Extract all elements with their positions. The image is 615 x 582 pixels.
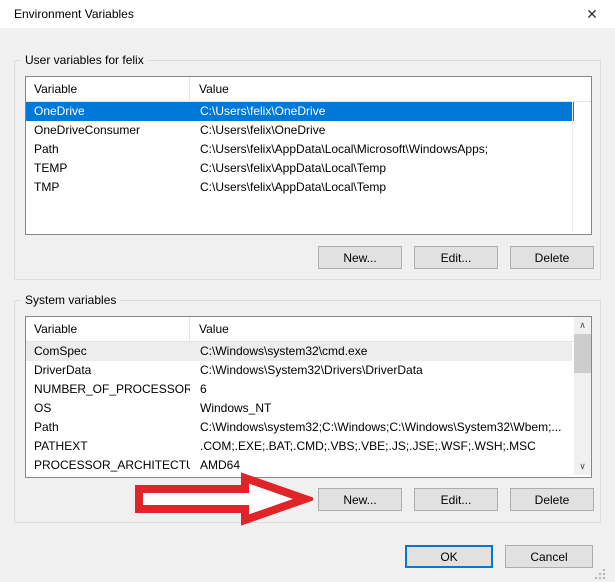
variable-cell: OneDriveConsumer (26, 121, 190, 140)
variable-cell: OS (26, 399, 190, 418)
column-header-variable[interactable]: Variable (26, 317, 190, 341)
variable-cell: NUMBER_OF_PROCESSORS (26, 380, 190, 399)
user-table-header: Variable Value (26, 77, 591, 102)
value-cell: C:\Users\felix\AppData\Local\Temp (190, 178, 574, 197)
user-edit-button[interactable]: Edit... (414, 246, 498, 269)
value-cell: 6 (190, 380, 572, 399)
system-variables-group-label: System variables (21, 293, 120, 307)
value-cell: C:\Windows\System32\Drivers\DriverData (190, 361, 572, 380)
variable-cell: DriverData (26, 361, 190, 380)
system-table-header: Variable Value (26, 317, 591, 342)
value-cell: .COM;.EXE;.BAT;.CMD;.VBS;.VBE;.JS;.JSE;.… (190, 437, 572, 456)
environment-variables-dialog: Environment Variables ✕ User variables f… (0, 0, 615, 582)
table-row-path[interactable]: Path C:\Users\felix\AppData\Local\Micros… (26, 140, 574, 159)
scroll-down-icon[interactable]: ∨ (574, 458, 591, 475)
table-row-temp[interactable]: TEMP C:\Users\felix\AppData\Local\Temp (26, 159, 574, 178)
value-cell: C:\Windows\system32;C:\Windows;C:\Window… (190, 418, 572, 437)
system-delete-button[interactable]: Delete (510, 488, 594, 511)
variable-cell: Path (26, 418, 190, 437)
table-row-comspec[interactable]: ComSpec C:\Windows\system32\cmd.exe (26, 342, 572, 361)
variable-cell: PATHEXT (26, 437, 190, 456)
variable-cell: ComSpec (26, 342, 190, 361)
user-variables-table[interactable]: Variable Value OneDrive C:\Users\felix\O… (25, 76, 592, 235)
column-header-value[interactable]: Value (190, 317, 591, 341)
value-cell: C:\Users\felix\OneDrive (190, 121, 574, 140)
variable-cell: PROCESSOR_ARCHITECTURE (26, 456, 190, 475)
cancel-button[interactable]: Cancel (505, 545, 593, 568)
resize-grip[interactable] (594, 568, 606, 580)
variable-cell: TEMP (26, 159, 190, 178)
table-row-tmp[interactable]: TMP C:\Users\felix\AppData\Local\Temp (26, 178, 574, 197)
variable-cell: TMP (26, 178, 190, 197)
column-header-value[interactable]: Value (190, 77, 591, 101)
value-column-edge-line (572, 101, 573, 233)
value-cell: Windows_NT (190, 399, 572, 418)
close-icon[interactable]: ✕ (571, 0, 613, 28)
table-row-number-of-processors[interactable]: NUMBER_OF_PROCESSORS 6 (26, 380, 572, 399)
scroll-up-icon[interactable]: ∧ (574, 317, 591, 334)
table-row-onedrive[interactable]: OneDrive C:\Users\felix\OneDrive (26, 102, 574, 121)
value-cell: C:\Users\felix\AppData\Local\Microsoft\W… (190, 140, 574, 159)
variable-cell: OneDrive (26, 102, 190, 121)
vertical-scrollbar[interactable]: ∧ ∨ (574, 317, 591, 475)
ok-button[interactable]: OK (405, 545, 493, 568)
table-row-processor-architecture[interactable]: PROCESSOR_ARCHITECTURE AMD64 (26, 456, 572, 475)
value-cell: C:\Users\felix\OneDrive (190, 102, 574, 121)
system-new-button[interactable]: New... (318, 488, 402, 511)
system-variables-table[interactable]: Variable Value ComSpec C:\Windows\system… (25, 316, 592, 478)
user-delete-button[interactable]: Delete (510, 246, 594, 269)
value-cell: AMD64 (190, 456, 572, 475)
value-cell: C:\Users\felix\AppData\Local\Temp (190, 159, 574, 178)
user-new-button[interactable]: New... (318, 246, 402, 269)
window-title: Environment Variables (14, 0, 134, 28)
variable-cell: Path (26, 140, 190, 159)
scrollbar-thumb[interactable] (574, 334, 591, 373)
table-row-path[interactable]: Path C:\Windows\system32;C:\Windows;C:\W… (26, 418, 572, 437)
system-edit-button[interactable]: Edit... (414, 488, 498, 511)
title-bar: Environment Variables ✕ (0, 0, 615, 28)
column-header-variable[interactable]: Variable (26, 77, 190, 101)
value-cell: C:\Windows\system32\cmd.exe (190, 342, 572, 361)
table-row-onedriveconsumer[interactable]: OneDriveConsumer C:\Users\felix\OneDrive (26, 121, 574, 140)
table-row-pathext[interactable]: PATHEXT .COM;.EXE;.BAT;.CMD;.VBS;.VBE;.J… (26, 437, 572, 456)
table-row-driverdata[interactable]: DriverData C:\Windows\System32\Drivers\D… (26, 361, 572, 380)
user-variables-group-label: User variables for felix (21, 53, 148, 67)
table-row-os[interactable]: OS Windows_NT (26, 399, 572, 418)
